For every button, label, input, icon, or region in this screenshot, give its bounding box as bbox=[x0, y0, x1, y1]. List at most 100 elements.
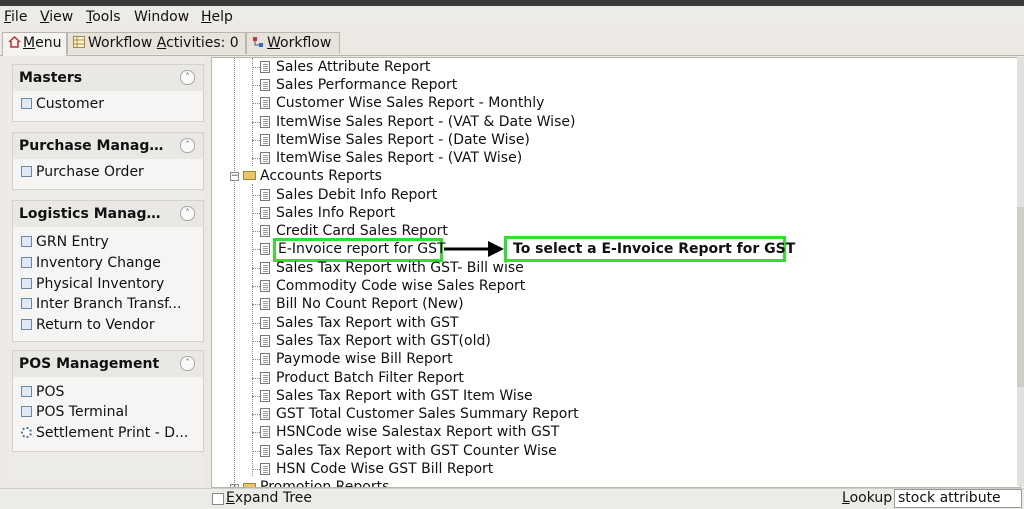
status-bar: Expand Tree Lookup stock attribute bbox=[0, 488, 1024, 509]
annotation-arrow bbox=[444, 241, 504, 257]
form-icon bbox=[21, 166, 32, 177]
tree-item[interactable]: Sales Debit Info Report bbox=[276, 187, 437, 203]
sidebar-item-customer[interactable]: Customer bbox=[21, 96, 104, 112]
workflow-icon bbox=[252, 34, 265, 47]
sidebar-item-inventory-change[interactable]: Inventory Change bbox=[21, 255, 161, 271]
sidebar-item-grn-entry[interactable]: GRN Entry bbox=[21, 234, 109, 250]
section-header[interactable]: Purchase Manage... ˄ bbox=[13, 133, 203, 159]
menu-window[interactable]: Window bbox=[134, 9, 189, 25]
report-icon bbox=[260, 463, 270, 475]
report-icon bbox=[260, 372, 270, 384]
lookup-label: Lookup bbox=[842, 490, 893, 506]
lookup-input[interactable]: stock attribute bbox=[894, 489, 1022, 508]
tree-item[interactable]: GST Total Customer Sales Summary Report bbox=[276, 406, 579, 422]
tree-item-e-invoice[interactable]: E-Invoice report for GST bbox=[278, 241, 446, 257]
report-icon bbox=[260, 207, 270, 219]
report-icon bbox=[260, 390, 270, 402]
tab-strip: Menu Workflow Activities: 0 Workflow bbox=[0, 32, 1024, 56]
table-icon bbox=[73, 34, 86, 48]
tree-item[interactable]: Sales Attribute Report bbox=[276, 59, 430, 75]
report-icon bbox=[260, 335, 270, 347]
tree-item[interactable]: Sales Tax Report with GST(old) bbox=[276, 333, 491, 349]
report-icon bbox=[260, 298, 270, 310]
report-icon bbox=[260, 317, 270, 329]
tree-item[interactable]: Sales Tax Report with GST bbox=[276, 315, 459, 331]
tree-item[interactable]: Commodity Code wise Sales Report bbox=[276, 278, 525, 294]
sidebar-item-pos-terminal[interactable]: POS Terminal bbox=[21, 404, 128, 420]
sidebar-item-settlement-print[interactable]: Settlement Print - D... bbox=[21, 425, 188, 441]
menu-tools[interactable]: Tools bbox=[86, 9, 121, 25]
annotation-callout: To select a E-Invoice Report for GST bbox=[504, 236, 795, 262]
tree-item[interactable]: Sales Tax Report with GST- Bill wise bbox=[276, 260, 524, 276]
home-icon bbox=[8, 34, 21, 48]
tree-guide bbox=[252, 58, 253, 166]
section-purchase: Purchase Manage... ˄ Purchase Order bbox=[12, 132, 204, 190]
tree-item[interactable]: Paymode wise Bill Report bbox=[276, 351, 453, 367]
section-logistics: Logistics Managem...˄ GRN Entry Inventor… bbox=[12, 200, 204, 342]
report-icon bbox=[260, 152, 270, 164]
form-icon bbox=[21, 257, 32, 268]
tree-folder-accounts[interactable]: Accounts Reports bbox=[260, 168, 382, 184]
form-icon bbox=[21, 98, 32, 109]
report-tree: Sales Attribute Report Sales Performance… bbox=[211, 57, 1021, 488]
report-icon bbox=[260, 262, 270, 274]
tree-item[interactable]: HSNCode wise Salestax Report with GST bbox=[276, 424, 559, 440]
tab-workflow-activities[interactable]: Workflow Activities: 0 bbox=[67, 32, 246, 54]
tree-item[interactable]: Sales Info Report bbox=[276, 205, 395, 221]
section-masters: Masters ˄ Customer bbox=[12, 64, 204, 122]
menu-view[interactable]: View bbox=[40, 9, 73, 25]
collapse-icon[interactable]: ˄ bbox=[180, 356, 195, 371]
report-icon bbox=[260, 134, 270, 146]
form-icon bbox=[21, 298, 32, 309]
folder-open-icon bbox=[243, 171, 256, 180]
sidebar-item-inter-branch-transfer[interactable]: Inter Branch Transf... bbox=[21, 296, 181, 312]
section-header[interactable]: Logistics Managem...˄ bbox=[13, 201, 203, 227]
sidebar-item-purchase-order[interactable]: Purchase Order bbox=[21, 164, 144, 180]
section-header[interactable]: POS Management ˄ bbox=[13, 351, 203, 377]
menu-bar: File View Tools Window Help bbox=[0, 6, 1024, 30]
collapse-node-icon[interactable]: − bbox=[230, 172, 239, 181]
report-icon bbox=[260, 280, 270, 292]
tab-menu[interactable]: Menu bbox=[2, 32, 67, 56]
tree-item[interactable]: Bill No Count Report (New) bbox=[276, 296, 464, 312]
tree-item[interactable]: Sales Tax Report with GST Counter Wise bbox=[276, 443, 557, 459]
form-icon bbox=[21, 406, 32, 417]
report-icon bbox=[260, 408, 270, 420]
tree-folder-promotion[interactable]: Promotion Reports bbox=[260, 479, 389, 487]
report-icon bbox=[260, 79, 270, 91]
tree-guide bbox=[234, 58, 235, 487]
tree-item[interactable]: HSN Code Wise GST Bill Report bbox=[276, 461, 493, 477]
collapse-icon[interactable]: ˄ bbox=[180, 138, 195, 153]
sidebar-item-physical-inventory[interactable]: Physical Inventory bbox=[21, 276, 164, 292]
tree-item[interactable]: Product Batch Filter Report bbox=[276, 370, 464, 386]
section-pos: POS Management ˄ POS POS Terminal Settlem… bbox=[12, 350, 204, 452]
sidebar-item-return-to-vendor[interactable]: Return to Vendor bbox=[21, 317, 155, 333]
tab-workflow[interactable]: Workflow bbox=[246, 32, 340, 54]
expand-tree-checkbox[interactable] bbox=[212, 493, 224, 505]
collapse-icon[interactable]: ˄ bbox=[180, 206, 195, 221]
tree-item[interactable]: Credit Card Sales Report bbox=[276, 223, 448, 239]
menu-help[interactable]: Help bbox=[201, 9, 233, 25]
tree-scrollbar[interactable] bbox=[1017, 57, 1024, 486]
sidebar-item-pos[interactable]: POS bbox=[21, 384, 64, 400]
report-icon bbox=[260, 445, 270, 457]
report-icon bbox=[260, 116, 270, 128]
tree-item[interactable]: Sales Performance Report bbox=[276, 77, 457, 93]
expand-tree-label[interactable]: Expand Tree bbox=[226, 490, 312, 506]
menu-file[interactable]: File bbox=[4, 9, 27, 25]
form-icon bbox=[21, 386, 32, 397]
tree-item[interactable]: ItemWise Sales Report - (Date Wise) bbox=[276, 132, 530, 148]
report-icon bbox=[260, 189, 270, 201]
tree-item[interactable]: ItemWise Sales Report - (VAT & Date Wise… bbox=[276, 114, 575, 130]
section-header[interactable]: Masters ˄ bbox=[13, 65, 203, 91]
tree-item[interactable]: Customer Wise Sales Report - Monthly bbox=[276, 95, 544, 111]
collapse-icon[interactable]: ˄ bbox=[180, 70, 195, 85]
report-icon bbox=[260, 61, 270, 73]
tree-item[interactable]: ItemWise Sales Report - (VAT Wise) bbox=[276, 150, 522, 166]
form-icon bbox=[21, 278, 32, 289]
sidebar: Masters ˄ Customer Purchase Manage... ˄ Pu… bbox=[6, 58, 204, 486]
form-icon bbox=[21, 236, 32, 247]
scrollbar-thumb[interactable] bbox=[1017, 207, 1024, 387]
report-icon bbox=[260, 426, 270, 438]
tree-item[interactable]: Sales Tax Report with GST Item Wise bbox=[276, 388, 533, 404]
